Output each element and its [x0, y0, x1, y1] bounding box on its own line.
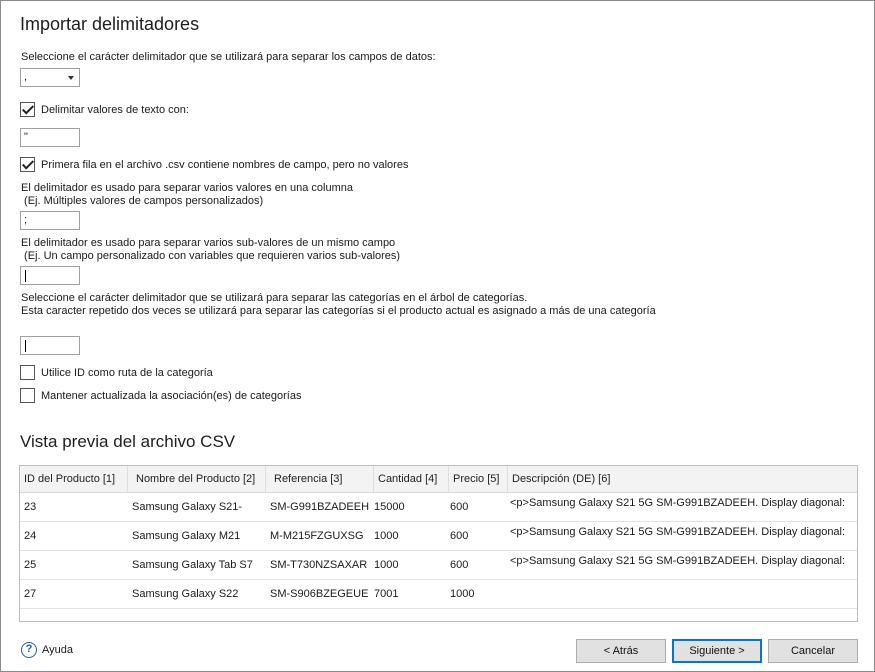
- category-delimiter-input[interactable]: [20, 336, 80, 355]
- cell-price: 1000: [450, 588, 475, 600]
- text-qualifier-input[interactable]: ": [20, 128, 80, 147]
- multi-values-input[interactable]: ;: [20, 211, 80, 230]
- multi-values-label-2: (Ej. Múltiples valores de campos persona…: [21, 195, 264, 207]
- help-link[interactable]: Ayuda: [42, 644, 73, 656]
- cell-price: 600: [450, 501, 469, 513]
- category-label-2: Esta caracter repetido dos veces se util…: [21, 305, 656, 317]
- cell-quantity: 1000: [374, 530, 399, 542]
- chevron-down-icon: [68, 76, 74, 80]
- cell-name: Samsung Galaxy S21-: [132, 501, 243, 513]
- preview-title: Vista previa del archivo CSV: [20, 432, 236, 451]
- sub-values-label-2: (Ej. Un campo personalizado con variable…: [21, 250, 401, 262]
- field-delimiter-label: Seleccione el carácter delimitador que s…: [21, 51, 436, 63]
- cell-name: Samsung Galaxy Tab S7: [132, 559, 253, 571]
- csv-preview-grid[interactable]: ID del Producto [1] Nombre del Producto …: [19, 465, 858, 622]
- column-header[interactable]: Nombre del Producto [2]: [132, 466, 266, 493]
- cell-quantity: 1000: [374, 559, 399, 571]
- sub-values-label-1: El delimitador es usado para separar var…: [21, 237, 396, 249]
- multi-values-label-1: El delimitador es usado para separar var…: [21, 182, 354, 194]
- cell-id: 25: [24, 559, 37, 571]
- column-header[interactable]: Precio [5]: [449, 466, 508, 493]
- delimit-text-checkbox[interactable]: [20, 102, 35, 117]
- grid-header: ID del Producto [1] Nombre del Producto …: [20, 466, 857, 493]
- cell-quantity: 7001: [374, 588, 399, 600]
- import-wizard-window: Importar delimitadores Seleccione el car…: [0, 0, 875, 672]
- cell-id: 23: [24, 501, 37, 513]
- cell-id: 24: [24, 530, 37, 542]
- cell-price: 600: [450, 559, 469, 571]
- text-caret: [25, 340, 26, 352]
- category-label-1: Seleccione el carácter delimitador que s…: [21, 292, 528, 304]
- cell-name: Samsung Galaxy S22: [132, 588, 239, 600]
- delimit-text-label: Delimitar valores de texto con:: [41, 104, 189, 116]
- table-row[interactable]: 27 Samsung Galaxy S22 SM-S906BZEGEUE 700…: [20, 580, 857, 609]
- table-row[interactable]: 24 Samsung Galaxy M21 M-M215FZGUXSG 1000…: [20, 522, 857, 551]
- field-delimiter-value: ,: [24, 71, 28, 83]
- keep-updated-checkbox[interactable]: [20, 388, 35, 403]
- cell-description: <p>Samsung Galaxy S21 5G SM-G991BZADEEH.…: [510, 497, 846, 509]
- text-caret: [25, 270, 26, 282]
- cell-price: 600: [450, 530, 469, 542]
- cell-description: [506, 580, 857, 600]
- first-row-label: Primera fila en el archivo .csv contiene…: [41, 159, 409, 171]
- cell-name: Samsung Galaxy M21: [132, 530, 241, 542]
- cell-id: 27: [24, 588, 37, 600]
- column-header[interactable]: ID del Producto [1]: [20, 466, 128, 493]
- keep-updated-label: Mantener actualizada la asociación(es) d…: [41, 390, 302, 402]
- help-icon[interactable]: ?: [21, 642, 37, 658]
- cancel-button[interactable]: Cancelar: [768, 639, 858, 663]
- next-button[interactable]: Siguiente >: [672, 639, 762, 663]
- cell-quantity: 15000: [374, 501, 405, 513]
- table-row[interactable]: 23 Samsung Galaxy S21- SM-G991BZADEEH 15…: [20, 493, 857, 522]
- back-button[interactable]: < Atrás: [576, 639, 666, 663]
- cell-description: <p>Samsung Galaxy S21 5G SM-G991BZADEEH.…: [510, 555, 846, 567]
- field-delimiter-select[interactable]: ,: [20, 68, 80, 87]
- first-row-checkbox[interactable]: [20, 157, 35, 172]
- page-title: Importar delimitadores: [20, 14, 200, 34]
- cell-reference: M-M215FZGUXSG: [270, 530, 364, 542]
- column-header[interactable]: Descripción (DE) [6]: [508, 466, 857, 493]
- use-id-path-checkbox[interactable]: [20, 365, 35, 380]
- use-id-path-label: Utilice ID como ruta de la categoría: [41, 367, 213, 379]
- cell-reference: SM-S906BZEGEUE: [270, 588, 369, 600]
- column-header[interactable]: Cantidad [4]: [374, 466, 449, 493]
- table-row[interactable]: 25 Samsung Galaxy Tab S7 SM-T730NZSAXAR …: [20, 551, 857, 580]
- cell-reference: SM-G991BZADEEH: [270, 501, 370, 513]
- cell-reference: SM-T730NZSAXAR: [270, 559, 368, 571]
- sub-values-input[interactable]: [20, 266, 80, 285]
- cell-description: <p>Samsung Galaxy S21 5G SM-G991BZADEEH.…: [510, 526, 846, 538]
- column-header[interactable]: Referencia [3]: [270, 466, 374, 493]
